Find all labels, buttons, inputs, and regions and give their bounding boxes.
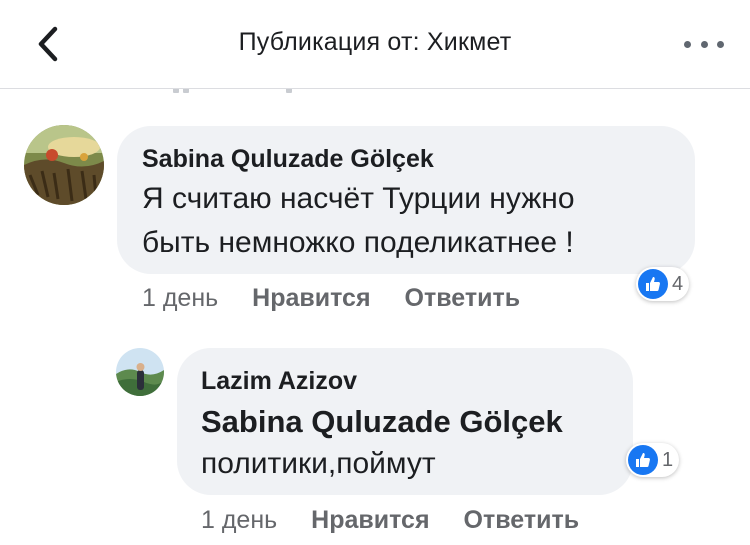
like-icon	[638, 269, 668, 299]
reply-timestamp[interactable]: 1 день	[201, 506, 277, 535]
more-options-button[interactable]	[684, 34, 724, 54]
like-button[interactable]: Нравится	[252, 284, 370, 313]
reply-text: политики,поймут	[201, 447, 436, 480]
reply-button[interactable]: Ответить	[464, 506, 580, 535]
more-icon-dot	[717, 40, 724, 48]
reply-actions: 1 день Нравится Ответить	[201, 506, 579, 535]
reply-button[interactable]: Ответить	[405, 284, 521, 313]
mention-tag[interactable]: Sabina Quluzade Gölçek	[201, 404, 563, 440]
comment-timestamp[interactable]: 1 день	[142, 284, 218, 313]
comment-actions: 1 день Нравится Ответить	[142, 284, 520, 313]
comment-text-line: быть немножко поделикатнее !	[142, 226, 574, 259]
reaction-count-badge[interactable]: 4	[636, 267, 690, 301]
reaction-count: 4	[672, 272, 684, 295]
comment-text-line: Я считаю насчёт Турции нужно	[142, 182, 575, 215]
comment-author[interactable]: Sabina Quluzade Gölçek	[142, 145, 434, 174]
avatar-image	[116, 348, 164, 396]
more-icon-dot	[684, 40, 691, 48]
like-icon	[628, 445, 658, 475]
scrolled-content-edge	[0, 89, 750, 95]
like-button[interactable]: Нравится	[311, 506, 429, 535]
more-icon-dot	[700, 40, 708, 48]
reaction-count-badge[interactable]: 1	[626, 443, 680, 477]
avatar[interactable]	[116, 348, 164, 396]
avatar-image	[24, 125, 104, 205]
reply-author[interactable]: Lazim Azizov	[201, 367, 357, 396]
avatar[interactable]	[24, 125, 104, 205]
page-title: Публикация от: Хикмет	[238, 28, 512, 56]
top-nav-bar: Публикация от: Хикмет	[0, 0, 750, 89]
reaction-count: 1	[662, 448, 674, 471]
